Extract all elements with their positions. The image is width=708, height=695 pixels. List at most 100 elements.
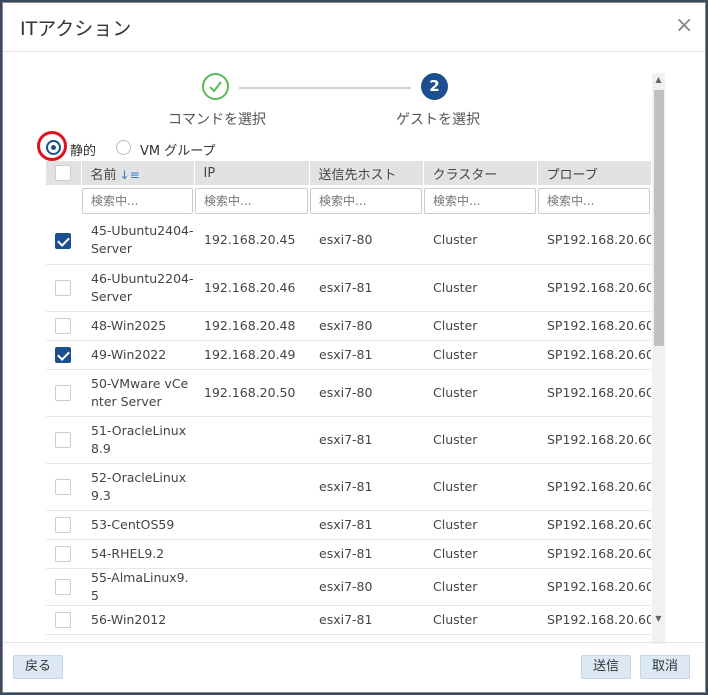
row-checkbox[interactable] bbox=[55, 384, 71, 401]
row-checkbox[interactable] bbox=[55, 279, 71, 296]
cell-name: 54-RHEL9.2 bbox=[81, 539, 194, 569]
row-checkbox[interactable] bbox=[55, 516, 71, 533]
cell-name: 55-AlmaLinux9.5 bbox=[81, 568, 194, 606]
scroll-down-icon[interactable]: ▼ bbox=[652, 612, 665, 626]
table-row[interactable]: 54-RHEL9.2 esxi7-81 Cluster SP192.168.20.60 bbox=[46, 539, 651, 569]
static-radio[interactable] bbox=[46, 140, 61, 155]
step2-label: ゲストを選択 bbox=[396, 112, 480, 128]
cell-name: 48-Win2025 bbox=[81, 311, 194, 341]
dialog-header: ITアクション × bbox=[3, 3, 705, 52]
select-all-checkbox[interactable] bbox=[55, 165, 71, 181]
step1-complete-icon bbox=[202, 73, 229, 100]
check-icon bbox=[209, 81, 222, 93]
cluster-filter-input[interactable] bbox=[424, 188, 536, 214]
cell-name: 56-Win2012 bbox=[81, 605, 194, 635]
ip-filter-input[interactable] bbox=[195, 188, 308, 214]
name-filter-input[interactable] bbox=[82, 188, 193, 214]
cell-ip bbox=[194, 416, 309, 464]
cell-ip bbox=[194, 539, 309, 569]
row-checkbox[interactable] bbox=[55, 346, 71, 363]
sort-icon[interactable]: ↓≡ bbox=[120, 168, 140, 182]
cell-ip: 192.168.20.48 bbox=[194, 311, 309, 341]
cell-cluster: Cluster bbox=[423, 311, 537, 341]
cell-cluster: Cluster bbox=[423, 539, 537, 569]
static-radio-label: 静的 bbox=[70, 144, 97, 159]
cancel-button[interactable]: 取消 bbox=[640, 655, 691, 679]
row-checkbox[interactable] bbox=[55, 431, 71, 448]
table-row[interactable]: 45-Ubuntu2404-Server 192.168.20.45 esxi7-8… bbox=[46, 217, 651, 265]
table-row[interactable]: 52-OracleLinux9.3 esxi7-81 Cluster SP192.16… bbox=[46, 463, 651, 511]
step2-number: 2 bbox=[421, 73, 448, 100]
cell-name: 45-Ubuntu2404-Server bbox=[81, 217, 194, 265]
cell-name: 53-CentOS59 bbox=[81, 510, 194, 540]
row-checkbox[interactable] bbox=[55, 478, 71, 495]
send-button[interactable]: 送信 bbox=[581, 655, 632, 679]
cell-host: esxi7-81 bbox=[309, 340, 423, 370]
cell-probe: SP192.168.20.60 bbox=[537, 264, 651, 312]
row-checkbox[interactable] bbox=[55, 545, 71, 562]
dialog-title: ITアクション bbox=[20, 18, 132, 40]
back-button[interactable]: 戻る bbox=[13, 655, 64, 679]
cell-probe: SP192.168.20.60 bbox=[537, 510, 651, 540]
row-checkbox-cell bbox=[46, 340, 81, 370]
scroll-up-icon[interactable]: ▲ bbox=[652, 73, 665, 87]
row-checkbox-cell bbox=[46, 416, 81, 464]
cell-probe: SP192.168.20.60 bbox=[537, 463, 651, 511]
table-row[interactable]: 49-Win2022 192.168.20.49 esxi7-81 Cluster SP… bbox=[46, 340, 651, 370]
row-checkbox-cell bbox=[46, 311, 81, 341]
cell-name: 51-OracleLinux8.9 bbox=[81, 416, 194, 464]
cell-probe: SP192.168.20.60 bbox=[537, 568, 651, 606]
header-probe[interactable]: プローブ bbox=[537, 161, 651, 185]
probe-filter-input[interactable] bbox=[538, 188, 650, 214]
row-checkbox[interactable] bbox=[55, 611, 71, 628]
table-row[interactable]: 55-AlmaLinux9.5 esxi7-80 Cluster SP192.168.… bbox=[46, 568, 651, 606]
row-checkbox-cell bbox=[46, 369, 81, 417]
header-ip[interactable]: IP bbox=[194, 161, 310, 185]
table-row[interactable]: 56-Win2012 esxi7-81 Cluster SP192.168.20.60 bbox=[46, 605, 651, 635]
row-checkbox[interactable] bbox=[55, 317, 71, 334]
table-row[interactable]: 53-CentOS59 esxi7-81 Cluster SP192.168.20.6… bbox=[46, 510, 651, 540]
host-filter-input[interactable] bbox=[310, 188, 422, 214]
table-body: 45-Ubuntu2404-Server 192.168.20.45 esxi7-8… bbox=[46, 217, 651, 635]
cell-ip: 192.168.20.49 bbox=[194, 340, 309, 370]
table-row[interactable]: 48-Win2025 192.168.20.48 esxi7-80 Cluster SP… bbox=[46, 311, 651, 341]
table-header-row: 名前 ↓≡ IP 送信先ホスト クラスター プローブ bbox=[46, 161, 651, 185]
header-host[interactable]: 送信先ホスト bbox=[309, 161, 424, 185]
header-cluster[interactable]: クラスター bbox=[423, 161, 538, 185]
scrollbar-thumb[interactable] bbox=[654, 90, 664, 346]
table-row[interactable]: 51-OracleLinux8.9 esxi7-81 Cluster SP192.16… bbox=[46, 416, 651, 464]
cell-cluster: Cluster bbox=[423, 340, 537, 370]
cell-cluster: Cluster bbox=[423, 510, 537, 540]
cell-probe: SP192.168.20.60 bbox=[537, 605, 651, 635]
table-row[interactable]: 50-VMware vCenter Server 192.168.20.50 esx… bbox=[46, 369, 651, 417]
header-name[interactable]: 名前 ↓≡ bbox=[81, 161, 195, 185]
cell-probe: SP192.168.20.60 bbox=[537, 369, 651, 417]
cell-name: 50-VMware vCenter Server bbox=[81, 369, 194, 417]
row-checkbox-cell bbox=[46, 463, 81, 511]
dialog-body: 2 コマンドを選択 ゲストを選択 静的 VM グループ 名前 ↓≡ IP 送信先ホ… bbox=[4, 52, 704, 644]
cell-host: esxi7-81 bbox=[309, 264, 423, 312]
row-checkbox[interactable] bbox=[55, 578, 71, 595]
dialog-footer: 戻る 送信 取消 bbox=[3, 642, 705, 692]
row-checkbox-cell bbox=[46, 539, 81, 569]
table-row[interactable]: 46-Ubuntu2204-Server 192.168.20.46 esxi7-8… bbox=[46, 264, 651, 312]
close-icon[interactable]: × bbox=[675, 15, 693, 37]
cell-probe: SP192.168.20.60 bbox=[537, 340, 651, 370]
cell-ip bbox=[194, 605, 309, 635]
cell-host: esxi7-81 bbox=[309, 416, 423, 464]
cell-host: esxi7-81 bbox=[309, 463, 423, 511]
select-all-header bbox=[46, 161, 82, 185]
row-checkbox-cell bbox=[46, 605, 81, 635]
vm-group-radio-label: VM グループ bbox=[140, 144, 216, 159]
cell-ip: 192.168.20.50 bbox=[194, 369, 309, 417]
cell-host: esxi7-81 bbox=[309, 605, 423, 635]
vm-group-radio[interactable] bbox=[116, 140, 131, 155]
cell-probe: SP192.168.20.60 bbox=[537, 311, 651, 341]
cell-probe: SP192.168.20.60 bbox=[537, 217, 651, 265]
stepper-connector bbox=[239, 87, 411, 89]
guest-table: 名前 ↓≡ IP 送信先ホスト クラスター プローブ 検索中... 検索中...… bbox=[46, 161, 651, 644]
row-checkbox[interactable] bbox=[55, 232, 71, 249]
cell-ip: 192.168.20.46 bbox=[194, 264, 309, 312]
row-checkbox-cell bbox=[46, 217, 81, 265]
step1-label: コマンドを選択 bbox=[168, 112, 266, 128]
